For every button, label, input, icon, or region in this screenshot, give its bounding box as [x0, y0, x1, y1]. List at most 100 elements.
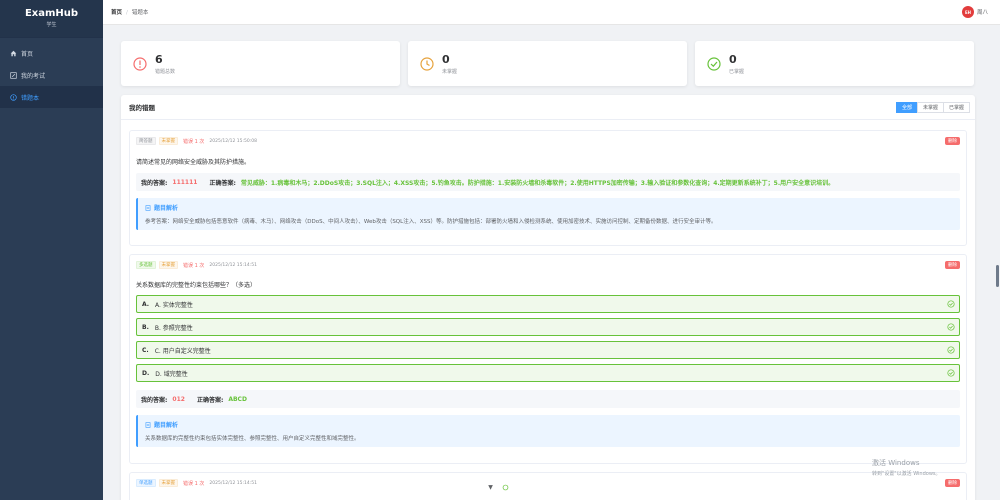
analysis-title: 题目解析 — [145, 203, 953, 212]
chevron-down-icon[interactable]: ▼ — [486, 483, 495, 492]
filter-unmastered[interactable]: 未掌握 — [916, 102, 944, 113]
question-card: 单选题 未掌握 错误 1 次 2025/12/12 15:14:51 删除 — [129, 472, 967, 500]
wrong-questions-panel: 我的错题 全部 未掌握 已掌握 简答题 未掌握 错误 1 次 2025/12/1… — [121, 95, 975, 500]
answer-box: 我的答案: 012 正确答案: ABCD — [136, 390, 960, 408]
sidebar-item-label: 错题本 — [21, 94, 40, 102]
sidebar-item-wrong-questions[interactable]: 错题本 — [0, 86, 103, 108]
stat-value: 0 — [442, 52, 450, 66]
user-menu[interactable]: EH 周八 — [961, 6, 988, 18]
option-text: A. 实体完整性 — [155, 301, 193, 309]
stats-row: 6 错题总数 0 未掌握 0 已掌握 — [121, 41, 974, 86]
alert-icon — [133, 56, 147, 71]
stat-label: 错题总数 — [155, 68, 176, 75]
option-letter: D. — [142, 369, 150, 377]
stat-label: 已掌握 — [729, 68, 745, 75]
document-icon — [145, 204, 151, 211]
stat-label: 未掌握 — [442, 68, 458, 75]
option-a: A. A. 实体完整性 — [136, 295, 960, 313]
my-answer: 012 — [172, 395, 185, 403]
error-count: 错误 1 次 — [183, 262, 205, 269]
panel-title: 我的错题 — [129, 104, 155, 112]
scrollbar-thumb[interactable] — [996, 265, 999, 287]
sidebar: ExamHub 学生 首页 我的考试 错题本 — [0, 0, 103, 500]
breadcrumb-separator: / — [126, 10, 128, 16]
my-answer-label: 我的答案: — [141, 179, 168, 187]
watermark-line2: 转到"设置"以激活 Windows。 — [872, 471, 941, 477]
sidebar-item-label: 首页 — [21, 50, 34, 58]
main-content: 6 错题总数 0 未掌握 0 已掌握 我的错题 全部 未掌握 已掌握 简答题 未… — [103, 25, 994, 500]
info-icon — [10, 93, 17, 101]
timestamp: 2025/12/12 15:14:51 — [209, 480, 257, 486]
option-text: B. 参照完整性 — [154, 324, 193, 332]
check-circle-icon — [707, 56, 721, 71]
type-tag: 单选题 — [136, 479, 156, 487]
correct-answer-label: 正确答案: — [196, 396, 224, 404]
document-icon — [145, 421, 151, 428]
brand: ExamHub 学生 — [0, 0, 103, 38]
breadcrumb-current: 错题本 — [131, 10, 149, 16]
user-name[interactable]: 周八 — [977, 8, 988, 16]
watermark-line1: 激活 Windows — [872, 459, 920, 467]
edit-icon — [10, 71, 17, 79]
analysis-box: 题目解析 关系数据库的完整性约束包括实体完整性、参照完整性、用户自定义完整性和域… — [136, 415, 960, 447]
correct-answer-label: 正确答案: — [209, 179, 236, 187]
correct-answer: ABCD — [228, 395, 247, 403]
filter-mastered[interactable]: 已掌握 — [942, 102, 970, 113]
clock-icon — [420, 56, 434, 71]
top-header: 首页 / 错题本 EH 周八 — [103, 0, 1000, 25]
check-circle-icon — [947, 346, 955, 354]
option-letter: A. — [142, 300, 150, 308]
type-tag: 多选题 — [136, 261, 156, 269]
check-circle-icon — [947, 300, 955, 308]
stat-mastered: 0 已掌握 — [695, 41, 974, 86]
question-card: 多选题 未掌握 错误 1 次 2025/12/12 15:14:51 删除 关系… — [129, 254, 967, 464]
sidebar-item-home[interactable]: 首页 — [0, 42, 103, 64]
filter-all[interactable]: 全部 — [895, 102, 918, 113]
status-tag: 未掌握 — [158, 261, 178, 269]
home-icon — [10, 50, 17, 57]
option-text: D. 域完整性 — [155, 370, 188, 378]
analysis-title: 题目解析 — [145, 420, 953, 429]
analysis-title-text: 题目解析 — [154, 422, 179, 429]
card-meta: 单选题 未掌握 错误 1 次 2025/12/12 15:14:51 — [136, 479, 257, 487]
delete-button[interactable]: 删除 — [945, 261, 960, 269]
refresh-icon[interactable] — [501, 483, 510, 492]
check-circle-icon — [947, 323, 955, 331]
question-card: 简答题 未掌握 错误 1 次 2025/12/12 15:50:08 删除 请简… — [129, 130, 967, 246]
filter-group: 全部 未掌握 已掌握 — [895, 102, 970, 113]
analysis-title-text: 题目解析 — [154, 205, 179, 212]
my-answer: 111111 — [172, 178, 198, 186]
panel-header: 我的错题 全部 未掌握 已掌握 — [121, 95, 975, 120]
breadcrumb-home[interactable]: 首页 — [111, 10, 122, 16]
error-count: 错误 1 次 — [183, 138, 205, 145]
breadcrumb: 首页 / 错题本 — [111, 8, 148, 16]
timestamp: 2025/12/12 15:50:08 — [209, 138, 257, 144]
type-tag: 简答题 — [136, 137, 156, 145]
user-role: 学生 — [46, 22, 57, 28]
option-text: C. 用户自定义完整性 — [154, 347, 211, 355]
app-name: ExamHub — [24, 8, 79, 19]
stat-unmastered: 0 未掌握 — [408, 41, 687, 86]
card-meta: 多选题 未掌握 错误 1 次 2025/12/12 15:14:51 — [136, 261, 257, 269]
delete-button[interactable]: 删除 — [945, 137, 960, 145]
check-circle-icon — [947, 369, 955, 377]
option-letter: C. — [142, 346, 149, 354]
error-count: 错误 1 次 — [183, 480, 205, 487]
delete-button[interactable]: 删除 — [945, 479, 960, 487]
question-text: 请简述常见的网络安全威胁及其防护措施。 — [136, 159, 251, 166]
scrollbar[interactable] — [994, 25, 1000, 500]
status-tag: 未掌握 — [158, 137, 178, 145]
sidebar-item-label: 我的考试 — [21, 72, 46, 80]
card-meta: 简答题 未掌握 错误 1 次 2025/12/12 15:50:08 — [136, 137, 257, 145]
correct-answer: 常见威胁：1.病毒和木马；2.DDoS攻击；3.SQL注入；4.XSS攻击；5.… — [240, 179, 835, 187]
option-c: C. C. 用户自定义完整性 — [136, 341, 960, 359]
my-answer-label: 我的答案: — [141, 396, 168, 404]
question-text: 关系数据库的完整性约束包括哪些？（多选） — [136, 282, 257, 289]
stat-total: 6 错题总数 — [121, 41, 400, 86]
windows-activation-watermark: 激活 Windows 转到"设置"以激活 Windows。 — [872, 458, 941, 477]
sidebar-item-my-exams[interactable]: 我的考试 — [0, 64, 103, 86]
answer-box: 我的答案: 111111 正确答案: 常见威胁：1.病毒和木马；2.DDoS攻击… — [136, 173, 960, 191]
stat-value: 0 — [729, 52, 737, 66]
option-d: D. D. 域完整性 — [136, 364, 960, 382]
avatar[interactable]: EH — [961, 6, 974, 18]
